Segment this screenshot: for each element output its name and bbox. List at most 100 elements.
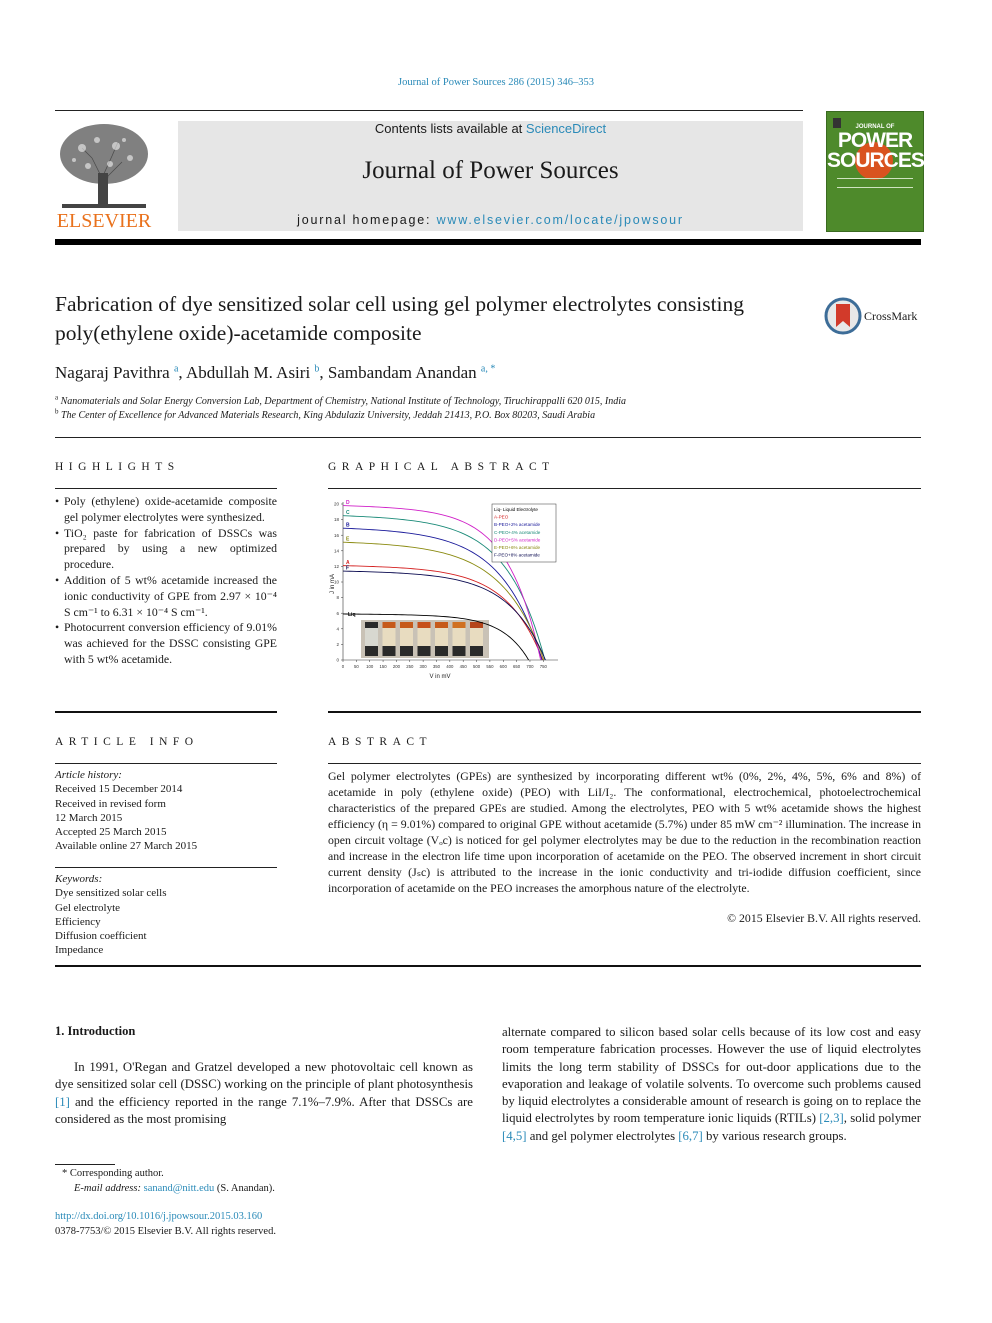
header-top-rule: [55, 110, 803, 111]
highlight-item: Poly (ethylene) oxide-acetamide composit…: [55, 494, 277, 526]
contents-line: Contents lists available at ScienceDirec…: [178, 121, 803, 136]
x-axis-label: V in mV: [429, 674, 450, 680]
y-tick-label: 18: [334, 517, 340, 522]
x-axis-ticks: 0 50 100 150 200 250 300 350 400 450 500 550 600 650 7…: [342, 660, 548, 669]
highlight-item: Photocurrent conversion efficiency of 9.…: [55, 620, 277, 667]
vial-base: [452, 646, 466, 656]
series-label-d: D: [346, 500, 350, 506]
author-name[interactable]: Sambandam Anandan: [328, 363, 477, 382]
article-history-label: Article history:: [55, 769, 122, 781]
running-head[interactable]: Journal of Power Sources 286 (2015) 346–…: [0, 77, 992, 88]
contents-prefix: Contents lists available at: [374, 121, 526, 136]
affiliation: b The Center of Excellence for Advanced …: [55, 408, 596, 421]
keywords: Keywords: Dye sensitized solar cells Gel…: [55, 872, 277, 958]
author-affiliation-mark[interactable]: a: [174, 363, 178, 374]
author-affiliation-mark[interactable]: a, *: [481, 363, 495, 374]
email-link[interactable]: sanand@nitt.edu: [144, 1183, 215, 1194]
homepage-line: journal homepage: www.elsevier.com/locat…: [178, 213, 803, 227]
legend-entry: F-PEO+8% acetamide: [494, 553, 540, 558]
author-name[interactable]: Nagaraj Pavithra: [55, 363, 170, 382]
affiliation: a Nanomaterials and Solar Energy Convers…: [55, 393, 626, 407]
series-label-e: E: [346, 537, 350, 543]
abstract-text: Gel polymer electrolytes (GPEs) are synt…: [328, 769, 921, 895]
graphical-abstract-heading: GRAPHICAL ABSTRACT: [328, 461, 555, 473]
citation-link[interactable]: [2,3]: [819, 1111, 844, 1125]
cover-subtitle-lines: [837, 178, 913, 188]
corresponding-author-note: * Corresponding author.: [62, 1168, 164, 1179]
header-thick-rule: [55, 239, 921, 245]
citation-link[interactable]: [1]: [55, 1095, 70, 1109]
email-line: E-mail address: sanand@nitt.edu (S. Anan…: [62, 1181, 275, 1196]
doi-link[interactable]: http://dx.doi.org/10.1016/j.jpowsour.201…: [55, 1211, 262, 1222]
email-suffix: (S. Anandan).: [214, 1183, 275, 1194]
highlights-list: Poly (ethylene) oxide-acetamide composit…: [55, 494, 277, 668]
section-divider: [55, 437, 921, 438]
crossmark-label[interactable]: CrossMark: [864, 309, 917, 324]
series-label-c: C: [346, 510, 350, 516]
sciencedirect-link[interactable]: ScienceDirect: [526, 121, 606, 136]
issn-copyright: 0378-7753/© 2015 Elsevier B.V. All right…: [55, 1226, 276, 1237]
article-info-rule: [55, 763, 277, 764]
electrolyte-vials-photo[interactable]: [361, 620, 489, 658]
vial-base: [365, 646, 378, 656]
x-tick-label: 200: [393, 664, 401, 669]
journal-masthead: Contents lists available at ScienceDirec…: [178, 121, 803, 231]
affiliation-text: Nanomaterials and Solar Energy Conversio…: [60, 396, 626, 407]
keyword-item: Dye sensitized solar cells: [55, 887, 167, 900]
jv-curve-chart[interactable]: 02468101214161820 0 50 100 150 200 250 300 350 4…: [328, 496, 568, 682]
affiliation-mark: a: [55, 393, 59, 402]
affiliation-text: The Center of Excellence for Advanced Ma…: [61, 410, 596, 421]
y-tick-label: 8: [336, 595, 339, 600]
x-tick-label: 350: [433, 664, 441, 669]
highlight-item: TiO₂ paste for fabrication of DSSCs was …: [55, 526, 277, 573]
author-name[interactable]: Abdullah M. Asiri: [186, 363, 310, 382]
x-tick-label: 50: [354, 664, 359, 669]
vial-cap: [382, 622, 396, 628]
paragraph-text: and the efficiency reported in the range…: [55, 1094, 473, 1126]
journal-homepage-link[interactable]: www.elsevier.com/locate/jpowsour: [437, 213, 684, 227]
footnote-rule: [55, 1164, 115, 1165]
history-item: Available online 27 March 2015: [55, 840, 198, 853]
citation-link[interactable]: [6,7]: [678, 1129, 703, 1143]
abstract-heading: ABSTRACT: [328, 736, 433, 748]
vial-cap: [365, 622, 378, 628]
graphical-abstract-rule: [328, 488, 921, 489]
vial-cap: [417, 622, 431, 628]
vial-cap: [400, 622, 413, 628]
vial-base: [400, 646, 413, 656]
paragraph-text: and gel polymer electrolytes: [526, 1128, 679, 1143]
homepage-prefix: journal homepage:: [297, 213, 437, 227]
vial-body: [470, 628, 483, 646]
keywords-rule: [55, 867, 277, 868]
highlights-bottom-rule: [55, 711, 277, 713]
elsevier-wordmark[interactable]: ELSEVIER: [52, 210, 156, 233]
journal-name: Journal of Power Sources: [362, 157, 619, 184]
vial-body: [435, 628, 448, 646]
x-tick-label: 500: [473, 664, 481, 669]
x-tick-label: 450: [460, 664, 468, 669]
y-tick-label: 2: [336, 642, 339, 647]
vial-base: [435, 646, 448, 656]
highlights-heading: HIGHLIGHTS: [55, 461, 180, 473]
paragraph-text: In 1991, O'Regan and Gratzel developed a…: [55, 1060, 473, 1092]
series-label-liq: Liq: [348, 612, 356, 618]
history-item: 12 March 2015: [55, 811, 123, 824]
x-tick-label: 600: [500, 664, 508, 669]
keyword-item: Diffusion coefficient: [55, 930, 147, 943]
author-affiliation-mark[interactable]: b: [314, 363, 319, 374]
citation-link[interactable]: [4,5]: [502, 1129, 527, 1143]
keywords-label: Keywords:: [55, 873, 103, 885]
x-tick-label: 300: [420, 664, 428, 669]
history-item: Received in revised form: [55, 797, 166, 810]
x-tick-label: 650: [513, 664, 521, 669]
introduction-paragraph: alternate compared to silicon based sola…: [502, 1024, 921, 1145]
history-item: Received 15 December 2014: [55, 783, 183, 796]
journal-cover-thumbnail[interactable]: JOURNAL OF POWER SOURCES: [826, 111, 925, 232]
keyword-item: Gel electrolyte: [55, 901, 121, 914]
x-tick-label: 250: [406, 664, 414, 669]
y-tick-label: 6: [336, 611, 339, 616]
author-list: Nagaraj Pavithra a, Abdullah M. Asiri b,…: [55, 363, 496, 382]
series-label-b: B: [346, 523, 350, 529]
x-tick-label: 100: [366, 664, 374, 669]
legend-entry: B-PEO+2% acetamide: [494, 522, 541, 527]
